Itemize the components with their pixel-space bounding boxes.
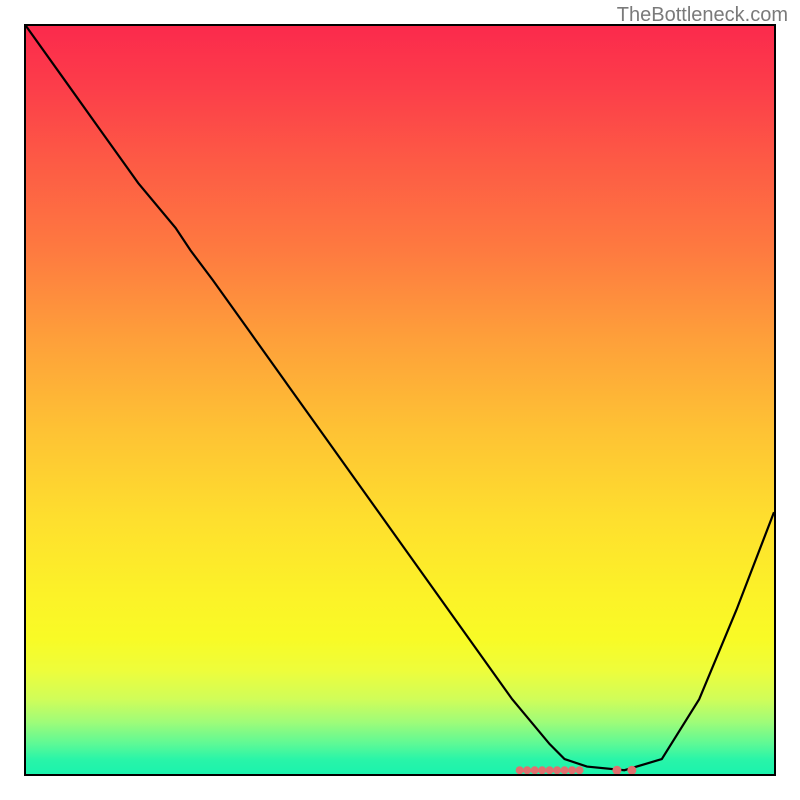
chart-svg [26,26,774,774]
data-point [538,766,546,774]
bottleneck-curve-line [26,26,774,770]
chart-plot-area [24,24,776,776]
data-point [531,766,539,774]
data-point [523,766,531,774]
data-point [546,766,554,774]
data-point [561,766,569,774]
data-point [612,766,621,774]
data-point [576,766,584,774]
data-point [553,766,561,774]
data-point [568,766,576,774]
highlighted-points [516,766,637,774]
data-point [516,766,524,774]
watermark-label: TheBottleneck.com [617,4,788,27]
